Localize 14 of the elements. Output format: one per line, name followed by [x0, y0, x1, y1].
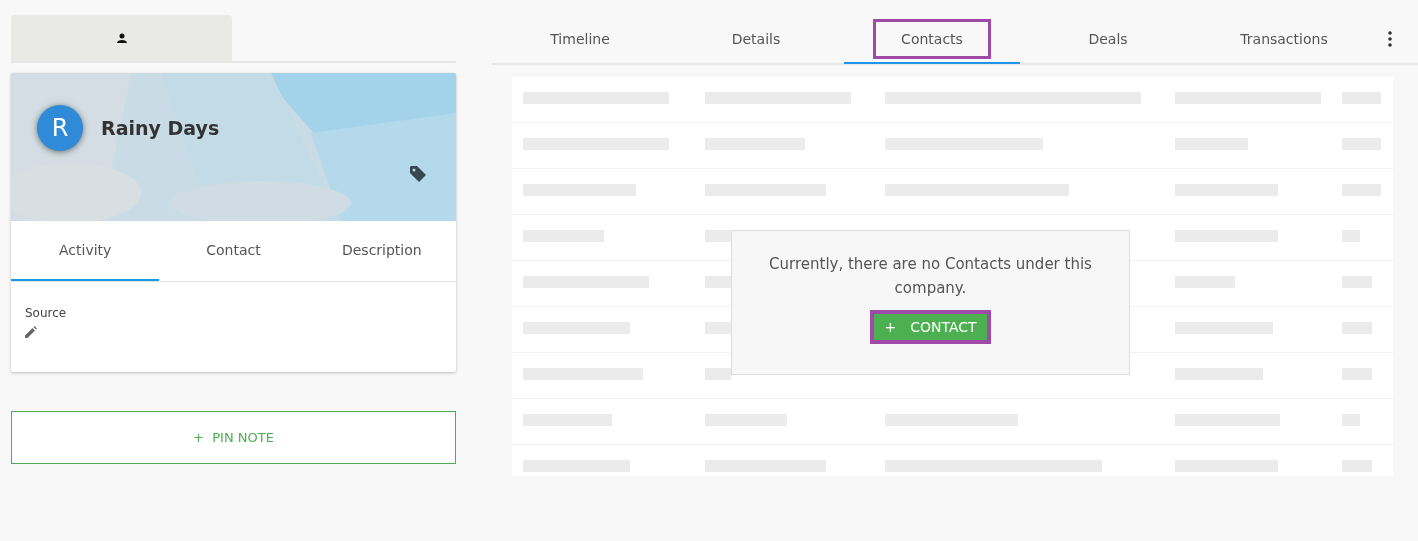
tab[interactable]: Deals — [1020, 16, 1196, 64]
tab[interactable]: Transactions — [1196, 16, 1372, 64]
person-icon — [116, 33, 127, 43]
card-tab[interactable]: Description — [307, 221, 456, 281]
tab[interactable]: Details — [668, 16, 844, 64]
field-label: Source — [25, 306, 68, 320]
card-tab[interactable]: Contact — [159, 221, 308, 281]
edit-icon[interactable] — [25, 326, 37, 338]
card-tab[interactable]: Activity — [11, 221, 160, 281]
tag-icon[interactable] — [409, 165, 427, 183]
more-icon[interactable] — [1388, 31, 1392, 47]
company-name: Rainy Days — [101, 117, 220, 139]
empty-message: Currently, there are no Contacts under this company. — [768, 254, 1093, 299]
tab[interactable]: Timeline — [492, 16, 668, 64]
